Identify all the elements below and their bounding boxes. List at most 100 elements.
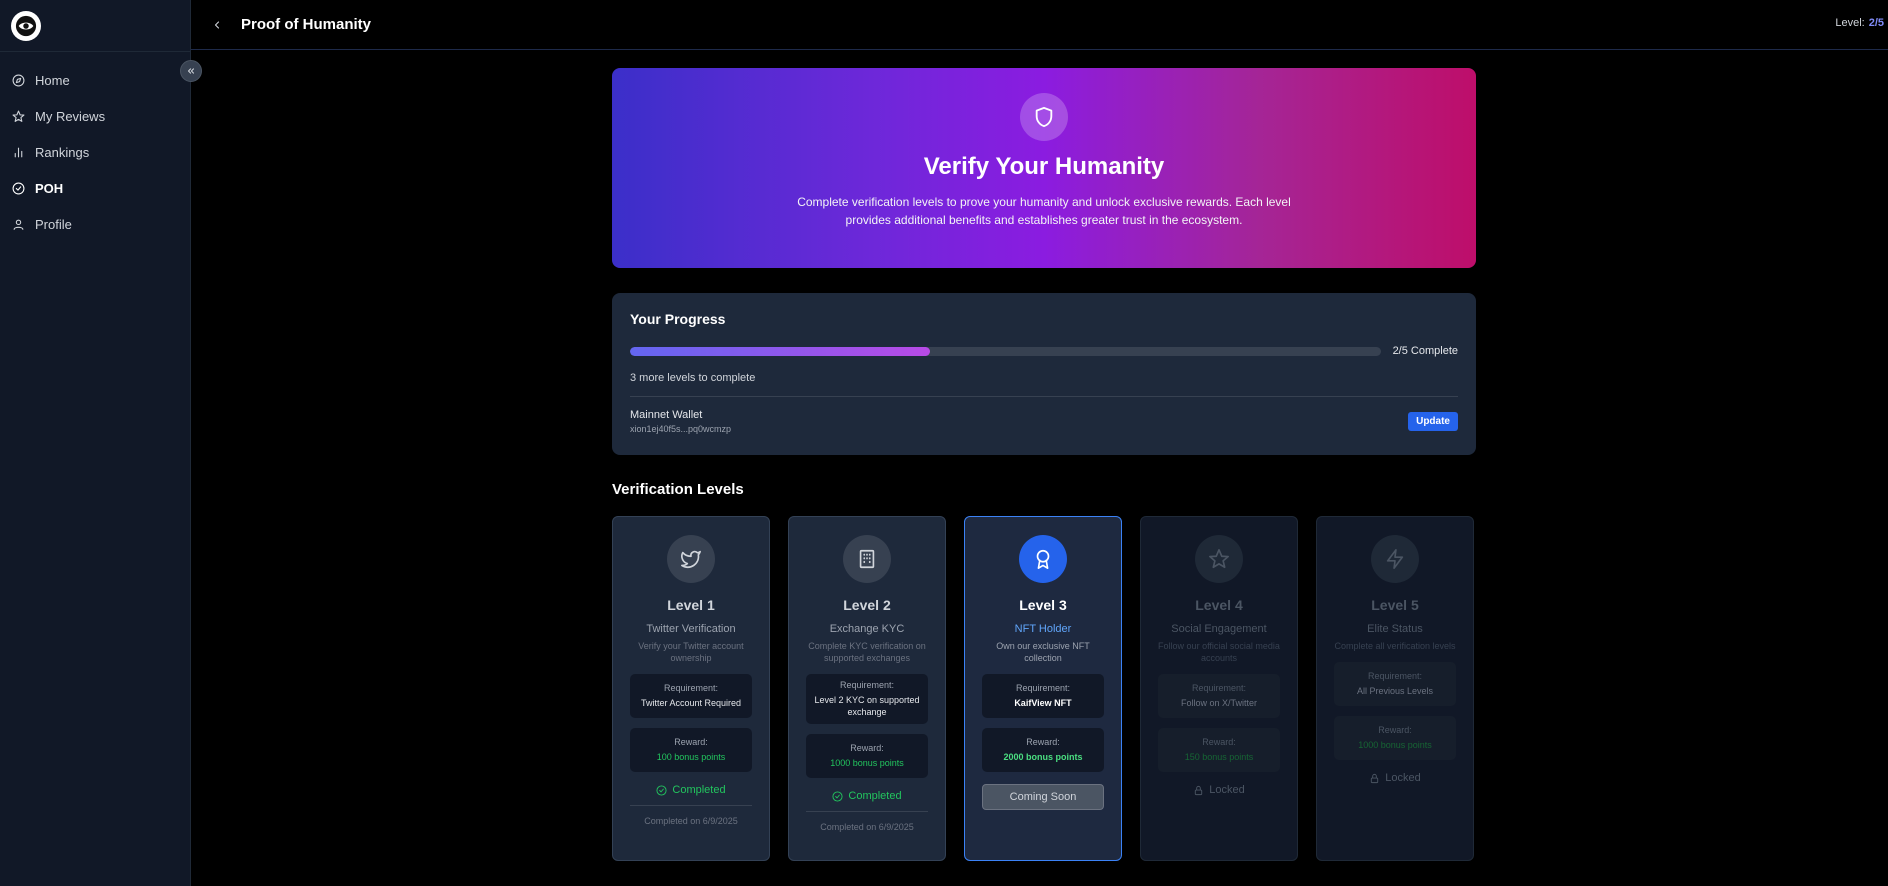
level-icon-wrap [1371,535,1419,583]
progress-remaining: 3 more levels to complete [630,372,1458,397]
reward-value: 2000 bonus points [1003,752,1083,762]
level-number: Level 3 [1019,597,1067,613]
reward-label: Reward: [850,743,884,753]
back-button[interactable] [207,15,227,35]
wallet-address: xion1ej40f5s...pq0wcmzp [630,424,732,434]
level-name: Twitter Verification [646,623,736,635]
wallet-row: Mainnet Wallet xion1ej40f5s...pq0wcmzp U… [630,409,1458,434]
building-icon [859,549,875,569]
sidebar-item-home[interactable]: Home [0,62,190,98]
requirement-label: Requirement: [1367,671,1423,681]
reward-label: Reward: [674,737,708,747]
main-content: Verify Your Humanity Complete verificati… [612,68,1476,861]
requirement-value: Follow on X/Twitter [1180,698,1258,708]
progress-bar [630,346,1381,356]
progress-title: Your Progress [630,311,726,327]
requirement-value: Level 2 KYC on supported exchange [814,695,920,717]
level-description: Verify your Twitter account ownership [638,641,744,663]
eye-logo-icon[interactable] [11,10,41,41]
reward-label: Reward: [1202,737,1236,747]
hero-description: Complete verification levels to prove yo… [797,195,1291,227]
level-number: Level 2 [843,597,891,613]
reward-box: Reward: 2000 bonus points [982,728,1104,772]
chevron-left-icon [214,20,220,29]
reward-box: Reward: 100 bonus points [630,728,752,772]
level-name: Social Engagement [1171,623,1267,635]
level-status: Completed [656,784,726,796]
level-description: Own our exclusive NFT collection [996,641,1090,663]
chevrons-left-icon [187,68,195,74]
sidebar: Home My Reviews Rankings POH Profile [0,0,191,886]
page-title: Proof of Humanity [241,16,371,33]
level-card-2[interactable]: Level 2 Exchange KYC Complete KYC verifi… [788,516,946,861]
levels-grid: Level 1 Twitter Verification Verify your… [612,516,1476,861]
level-name: NFT Holder [1014,623,1072,635]
sidebar-nav: Home My Reviews Rankings POH Profile [0,52,190,242]
reward-value: 150 bonus points [1184,752,1254,762]
requirement-value: All Previous Levels [1356,686,1434,696]
completed-date: Completed on 6/9/2025 [820,822,914,832]
level-card-1[interactable]: Level 1 Twitter Verification Verify your… [612,516,770,861]
level-card-5[interactable]: Level 5 Elite Status Complete all verifi… [1316,516,1474,861]
shield-icon [1035,106,1053,128]
completed-date: Completed on 6/9/2025 [644,816,738,826]
status-text: Completed [672,784,726,796]
lock-icon [1371,773,1379,783]
top-header: Proof of Humanity Level: 2/5 [191,0,1888,50]
level-icon-wrap [1019,535,1067,583]
requirement-label: Requirement: [1015,683,1071,693]
coming-soon-button[interactable]: Coming Soon [982,784,1104,810]
requirement-box: Requirement: Level 2 KYC on supported ex… [806,674,928,724]
requirement-label: Requirement: [1191,683,1247,693]
level-icon-wrap [667,535,715,583]
requirement-box: Requirement: All Previous Levels [1334,662,1456,706]
wallet-label: Mainnet Wallet [630,409,703,421]
sidebar-item-rankings[interactable]: Rankings [0,134,190,170]
award-icon [1036,549,1050,569]
level-number: Level 1 [667,597,715,613]
requirement-label: Requirement: [839,680,895,690]
level-card-4[interactable]: Level 4 Social Engagement Follow our off… [1140,516,1298,861]
level-status: Locked [1369,772,1421,784]
compass-icon [12,74,25,86]
sidebar-item-profile[interactable]: Profile [0,206,190,242]
level-label: Level: [1835,17,1865,29]
sidebar-item-label: Profile [35,216,72,232]
status-text: Locked [1209,784,1245,796]
divider [630,805,752,806]
logo-area [0,0,190,52]
status-text: Completed [848,790,902,802]
check-circle-icon [656,784,667,796]
level-description: Complete KYC verification on supported e… [808,641,926,663]
level-number: Level 4 [1195,597,1243,613]
reward-box: Reward: 1000 bonus points [806,734,928,778]
level-name: Exchange KYC [829,623,905,635]
level-value: 2/5 [1868,17,1884,29]
sidebar-item-label: My Reviews [35,108,106,124]
twitter-icon [681,550,701,569]
level-card-3[interactable]: Level 3 NFT Holder Own our exclusive NFT… [964,516,1122,861]
sidebar-item-my-reviews[interactable]: My Reviews [0,98,190,134]
progress-status: 2/5 Complete [1392,345,1458,357]
requirement-box: Requirement: Follow on X/Twitter [1158,674,1280,718]
requirement-value: KaifView NFT [1014,698,1072,708]
level-icon-wrap [843,535,891,583]
level-icon-wrap [1195,535,1243,583]
hero-icon-wrap [1020,93,1068,141]
level-status: Locked [1193,784,1245,796]
level-description: Complete all verification levels [1334,641,1456,651]
star-icon [12,110,25,122]
sidebar-item-label: Rankings [35,144,90,160]
requirement-value: Twitter Account Required [640,698,742,708]
level-number: Level 5 [1371,597,1419,613]
collapse-sidebar-button[interactable] [180,60,202,82]
requirement-box: Requirement: Twitter Account Required [630,674,752,718]
check-circle-icon [12,182,25,194]
sidebar-item-poh[interactable]: POH [0,170,190,206]
user-icon [13,219,24,230]
reward-label: Reward: [1378,725,1412,735]
update-wallet-button[interactable]: Update [1408,412,1458,431]
level-indicator: Level: 2/5 [1835,17,1884,29]
verification-levels-title: Verification Levels [612,481,744,498]
progress-card: Your Progress 2/5 Complete 3 more levels… [612,293,1476,455]
